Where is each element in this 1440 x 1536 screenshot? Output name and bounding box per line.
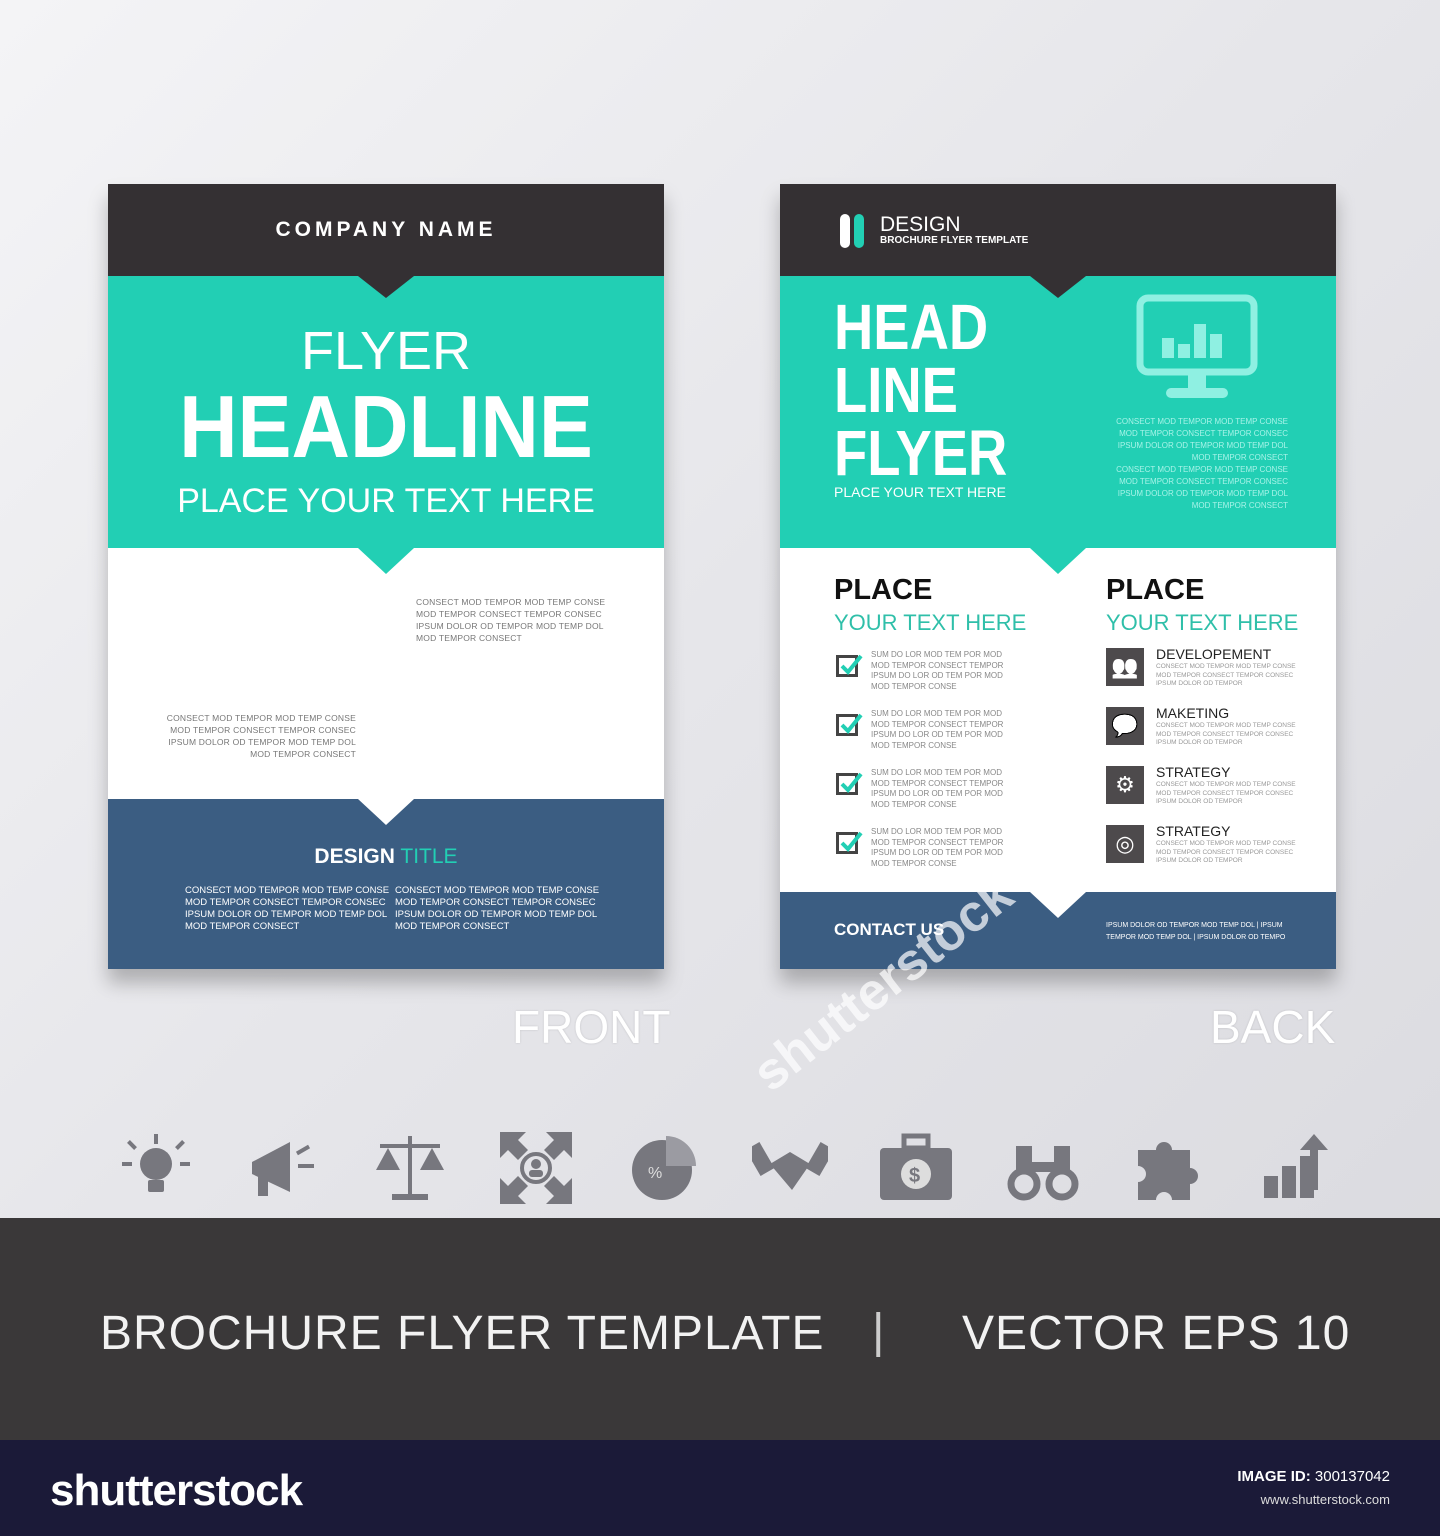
binoculars-icon	[1007, 1146, 1079, 1201]
gears-icon: ⚙	[1106, 766, 1144, 804]
back-footer: CONTACT US IPSUM DOLOR OD TEMPOR MOD TEM…	[780, 892, 1336, 969]
money-briefcase-icon: $	[880, 1133, 952, 1200]
banner-left-text: BROCHURE FLYER TEMPLATE	[100, 1307, 825, 1360]
logo-subtitle: BROCHURE FLYER TEMPLATE	[880, 235, 1029, 246]
banner-right-text: VECTOR EPS 10	[962, 1307, 1351, 1360]
text-block-left: CONSECT MOD TEMPOR MOD TEMP CONSE MOD TEM…	[166, 713, 356, 759]
feature-title: STRATEGY	[1156, 823, 1231, 839]
shutterstock-logo: shutterstock	[50, 1466, 303, 1515]
footer-col-1: CONSECT MOD TEMPOR MOD TEMP CONSE MOD TEM…	[185, 885, 390, 932]
feature-text: CONSECT MOD TEMPOR MOD TEMP CONSE MOD TEM…	[1156, 840, 1296, 864]
scales-icon	[376, 1136, 444, 1200]
feature-text: CONSECT MOD TEMPOR MOD TEMP CONSE MOD TEM…	[1156, 722, 1296, 746]
pie-chart-icon: %	[632, 1136, 696, 1200]
checkbox-checked-icon	[836, 654, 863, 677]
megaphone-icon	[252, 1142, 314, 1196]
front-subtitle: PLACE YOUR TEXT HERE	[177, 482, 595, 520]
user-target-icon	[500, 1132, 572, 1204]
flyer-label: FLYER	[300, 321, 472, 381]
checkbox-checked-icon	[836, 772, 863, 795]
back-flyer: DESIGN BROCHURE FLYER TEMPLATE HEAD LINE F…	[780, 184, 1336, 969]
contact-text: IPSUM DOLOR OD TEMPOR MOD TEMP DOL | IPS…	[1106, 922, 1286, 941]
back-headline: HEAD LINE FLYER	[834, 291, 1008, 489]
lightbulb-icon	[122, 1134, 190, 1192]
front-label: FRONT	[512, 1001, 671, 1053]
company-name: COMPANY NAME	[275, 218, 497, 241]
left-heading: PLACE	[834, 574, 933, 606]
front-flyer: COMPANY NAME FLYER HEADLINE PLACE YOUR T…	[108, 184, 664, 969]
feature-title: DEVELOPEMENT	[1156, 646, 1272, 662]
checklist-item-text: SUM DO LOR MOD TEM POR MOD MOD TEMPOR CON…	[871, 827, 1004, 868]
svg-text:$: $	[909, 1165, 920, 1187]
right-heading: PLACE	[1106, 574, 1205, 606]
feature-text: CONSECT MOD TEMPOR MOD TEMP CONSE MOD TEM…	[1156, 781, 1296, 805]
back-label: BACK	[1210, 1001, 1336, 1053]
image-id: IMAGE ID: 300137042	[1237, 1468, 1390, 1485]
logo-title: DESIGN	[880, 213, 961, 236]
footer-col-2: CONSECT MOD TEMPOR MOD TEMP CONSE MOD TEM…	[395, 885, 600, 932]
svg-text:%: %	[648, 1165, 662, 1182]
checklist-item-text: SUM DO LOR MOD TEM POR MOD MOD TEMPOR CON…	[871, 768, 1004, 809]
back-subtitle: PLACE YOUR TEXT HERE	[834, 484, 1006, 500]
front-header: COMPANY NAME	[108, 184, 664, 276]
front-footer: DESIGN TITLE CONSECT MOD TEMPOR MOD TEMP…	[108, 799, 664, 969]
chat-icon: 💬	[1106, 707, 1144, 745]
users-icon: 👥	[1106, 648, 1144, 686]
logo-bar-white	[840, 214, 850, 248]
left-subheading: YOUR TEXT HERE	[834, 610, 1027, 635]
logo-bar-teal	[854, 214, 864, 248]
monitor-chart-icon	[1136, 294, 1258, 398]
front-hero: FLYER HEADLINE PLACE YOUR TEXT HERE	[108, 276, 664, 548]
teal-text-block: CONSECT MOD TEMPOR MOD TEMP CONSE MOD TEM…	[1116, 417, 1288, 510]
puzzle-icon	[1138, 1142, 1198, 1200]
back-header: DESIGN BROCHURE FLYER TEMPLATE	[780, 184, 1336, 276]
checklist-item-text: SUM DO LOR MOD TEM POR MOD MOD TEMPOR CON…	[871, 650, 1004, 691]
design-title: DESIGN TITLE	[314, 845, 458, 868]
right-subheading: YOUR TEXT HERE	[1106, 610, 1299, 635]
banner-separator: |	[872, 1305, 885, 1358]
feature-text: CONSECT MOD TEMPOR MOD TEMP CONSE MOD TEM…	[1156, 663, 1296, 687]
feature-title: MAKETING	[1156, 705, 1230, 721]
handshake-icon	[752, 1142, 828, 1190]
title-banner: BROCHURE FLYER TEMPLATE | VECTOR EPS 10	[0, 1218, 1440, 1440]
stock-footer: shutterstock IMAGE ID: 300137042 www.shu…	[0, 1440, 1440, 1536]
checkbox-checked-icon	[836, 713, 863, 736]
text-block-right: CONSECT MOD TEMPOR MOD TEMP CONSE MOD TEM…	[416, 597, 606, 643]
checklist-item-text: SUM DO LOR MOD TEM POR MOD MOD TEMPOR CON…	[871, 709, 1004, 750]
back-hero: HEAD LINE FLYER PLACE YOUR TEXT HERE CONSE…	[780, 276, 1336, 548]
target-icon: ◎	[1106, 825, 1144, 863]
growth-chart-icon	[1264, 1134, 1328, 1198]
headline: HEADLINE	[179, 377, 593, 476]
site-url: www.shutterstock.com	[1260, 1492, 1390, 1507]
feature-title: STRATEGY	[1156, 764, 1231, 780]
checkbox-checked-icon	[836, 831, 863, 854]
